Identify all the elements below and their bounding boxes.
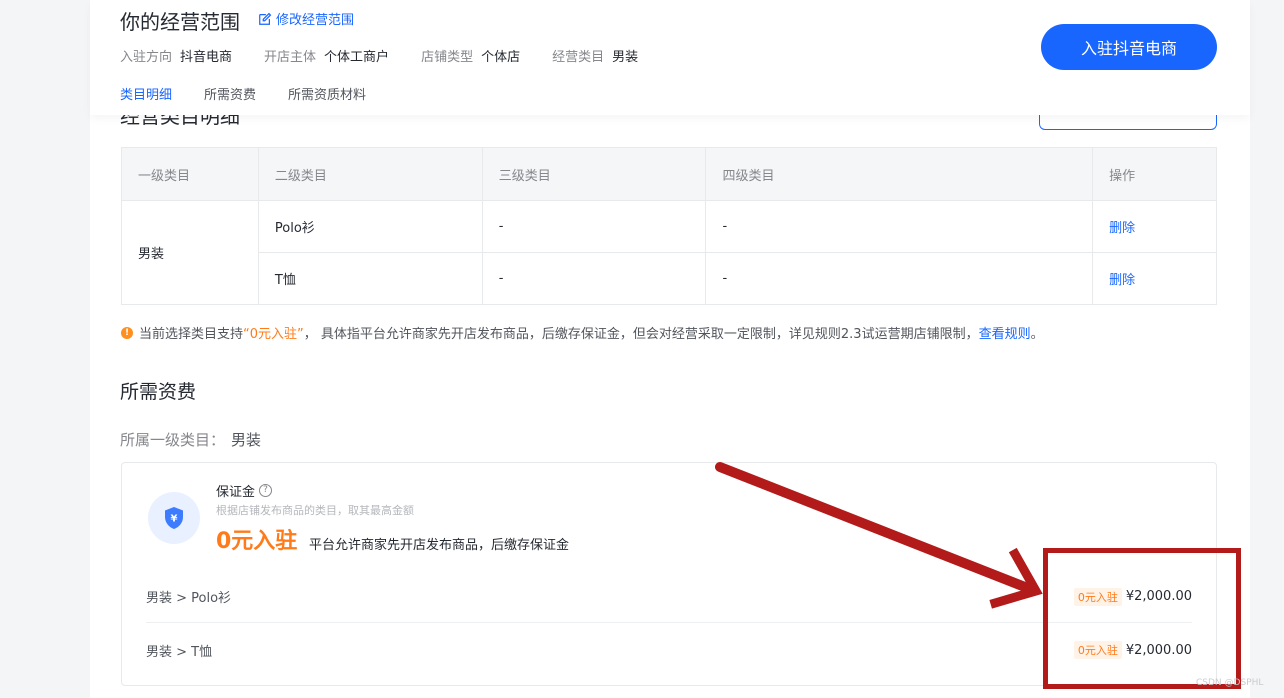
level3-cell: - [481, 252, 707, 305]
info-label: 经营类目 [552, 50, 605, 65]
fees-category-value: 男装 [231, 431, 262, 449]
info-value: 个体店 [481, 50, 521, 65]
level3-cell: - [481, 200, 707, 253]
tab-category-detail[interactable]: 类目明细 [120, 84, 172, 103]
zero-entry-note: 平台允许商家先开店发布商品，后缴存保证金 [309, 538, 570, 553]
help-icon[interactable]: ? [259, 484, 273, 497]
fee-item-price: ¥2,000.00 [1125, 642, 1192, 658]
level4-cell: - [705, 252, 1094, 305]
fees-category-row: 所属一级类目： 男装 [120, 429, 261, 450]
page-title: 你的经营范围 [120, 10, 240, 34]
edit-icon [259, 12, 272, 25]
fee-item-path: 男装 > Polo衫 [146, 591, 232, 606]
notice-suffix: 。 [1030, 327, 1044, 342]
notice-highlight: “0元入驻” [243, 327, 304, 342]
info-store-type: 店铺类型 个体店 [421, 46, 520, 65]
level2-cell: T恤 [257, 252, 483, 305]
fee-item-amount: 0元入驻 ¥2,000.00 [1073, 641, 1192, 659]
svg-text:¥: ¥ [171, 514, 178, 525]
deposit-badge: ¥ [148, 492, 200, 544]
info-value: 个体工商户 [324, 50, 390, 65]
table-row: T恤 - - 删除 [122, 252, 1217, 305]
fee-item-row: 男装 > Polo衫 0元入驻 ¥2,000.00 [146, 571, 1192, 623]
zero-entry-badge: 0元入驻 [1073, 641, 1122, 659]
edit-scope-link[interactable]: 修改经营范围 [258, 9, 354, 28]
info-entity: 开店主体 个体工商户 [264, 46, 389, 65]
deposit-card: ¥ 保证金 ? 根据店铺发布商品的类目，取其最高金额 0元入驻 平台允许商家先开… [121, 462, 1217, 686]
tab-materials[interactable]: 所需资质材料 [288, 84, 366, 103]
delete-link[interactable]: 删除 [1109, 273, 1135, 288]
section-tabs: 类目明细 所需资费 所需资质材料 [120, 84, 398, 103]
col-header-action: 操作 [1092, 147, 1217, 201]
zero-entry-badge: 0元入驻 [1073, 587, 1122, 606]
info-category: 经营类目 男装 [552, 46, 638, 65]
edit-scope-label: 修改经营范围 [276, 13, 355, 28]
category-table: 一级类目 二级类目 三级类目 四级类目 操作 男装 Polo衫 - - 删除 T… [121, 147, 1217, 305]
fees-category-label: 所属一级类目： [120, 431, 226, 449]
table-row: 男装 Polo衫 - - 删除 [121, 200, 1217, 305]
fee-item-amount: 0元入驻 ¥2,000.00 [1073, 587, 1192, 606]
fee-item-row: 男装 > T恤 0元入驻 ¥2,000.00 [146, 625, 1192, 675]
level4-cell: - [705, 200, 1094, 253]
tab-fees[interactable]: 所需资费 [204, 84, 256, 103]
info-label: 开店主体 [264, 50, 317, 65]
join-douyin-button[interactable]: 入驻抖音电商 [1041, 24, 1217, 70]
info-direction: 入驻方向 抖音电商 [120, 46, 232, 65]
info-value: 男装 [612, 50, 639, 65]
delete-link[interactable]: 删除 [1109, 221, 1135, 236]
zero-entry-notice: ! 当前选择类目支持 “0元入驻”， 具体指平台允许商家先开店发布商品，后缴存保证… [121, 323, 1044, 342]
action-cell: 删除 [1092, 200, 1217, 253]
deposit-description: 根据店铺发布商品的类目，取其最高金额 [216, 504, 414, 517]
watermark: CSDN @DSPHL [1196, 678, 1264, 688]
col-header-level2: 二级类目 [257, 147, 483, 201]
scope-header: 你的经营范围 修改经营范围 入驻方向 抖音电商 开店主体 个体工商户 店铺类型 个体店… [90, 0, 1250, 115]
info-label: 入驻方向 [120, 50, 173, 65]
deposit-label-row: 保证金 ? [216, 481, 273, 500]
view-rules-link[interactable]: 查看规则 [979, 323, 1031, 342]
fee-item-path: 男装 > T恤 [146, 644, 213, 660]
info-value: 抖音电商 [180, 50, 233, 65]
level2-cell: Polo衫 [257, 200, 483, 253]
zero-entry-title: 0元入驻 [216, 529, 298, 554]
col-header-level4: 四级类目 [705, 147, 1094, 201]
warning-icon: ! [121, 326, 133, 339]
col-header-level1: 一级类目 [121, 147, 259, 201]
col-header-level3: 三级类目 [481, 147, 707, 201]
table-header-row: 一级类目 二级类目 三级类目 四级类目 操作 [121, 147, 1217, 201]
deposit-label: 保证金 [216, 485, 256, 500]
fee-item-price: ¥2,000.00 [1125, 589, 1192, 604]
level1-cell: 男装 [121, 200, 259, 305]
action-cell: 删除 [1092, 252, 1217, 305]
notice-middle: ， 具体指平台允许商家先开店发布商品，后缴存保证金，但会对经营采取一定限制，详见… [303, 327, 979, 342]
info-label: 店铺类型 [421, 50, 474, 65]
shield-yuan-icon: ¥ [165, 507, 183, 529]
notice-prefix: 当前选择类目支持 [139, 327, 244, 342]
scope-info-row: 入驻方向 抖音电商 开店主体 个体工商户 店铺类型 个体店 经营类目 男装 [120, 46, 670, 65]
fees-section-title: 所需资费 [120, 381, 197, 403]
